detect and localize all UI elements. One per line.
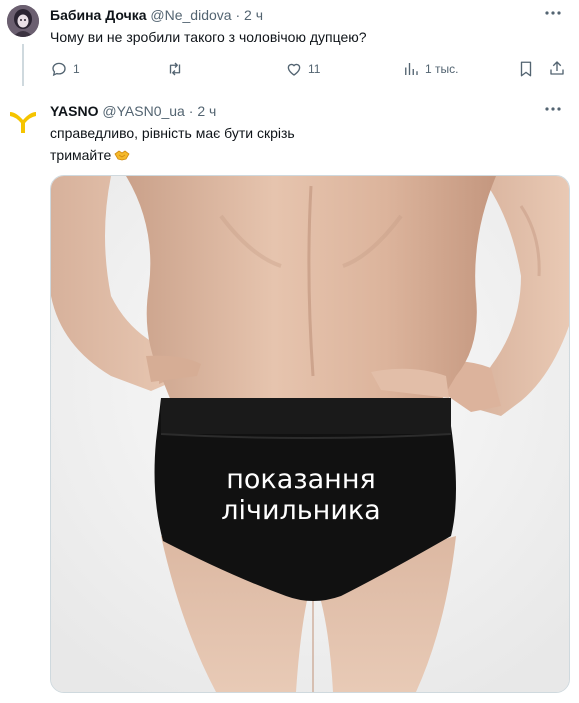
avatar-illustration	[7, 5, 39, 37]
tweet2-separator: ·	[188, 103, 194, 119]
avatar-yasno[interactable]	[6, 103, 40, 137]
reply-count: 1	[73, 62, 80, 76]
tweet1-separator: ·	[235, 7, 241, 23]
tweet2-text-line2: тримайте	[50, 145, 130, 165]
like-count: 11	[308, 62, 321, 76]
handshake-emoji	[114, 146, 130, 161]
share-button[interactable]	[548, 59, 566, 77]
avatar-babyna-dochka[interactable]	[7, 5, 39, 37]
image-caption-line2: лічильника	[221, 495, 381, 526]
reply-button[interactable]: 1	[50, 60, 80, 78]
tweet1-text: Чому ви не зробили такого з чоловічою ду…	[50, 29, 367, 45]
views-button[interactable]: 1 тыс.	[402, 60, 458, 78]
thread-connector-line	[22, 44, 24, 86]
share-icon	[550, 61, 564, 75]
tweet1-time[interactable]: 2 ч	[244, 7, 263, 23]
tweet1-handle[interactable]: @Ne_didova	[150, 7, 231, 23]
image-caption-line1: показання	[226, 464, 376, 495]
bookmark-icon	[520, 61, 532, 77]
tweet1-more-icon[interactable]	[544, 4, 562, 27]
tweet2-text-line2-label: тримайте	[50, 147, 112, 163]
tweet2-handle[interactable]: @YASN0_ua	[102, 103, 184, 119]
tweet2-author-name[interactable]: YASNO	[50, 103, 99, 119]
image-caption: показання лічильника	[201, 464, 401, 526]
tweet1-header: Бабина Дочка @Ne_didova · 2 ч	[50, 6, 263, 24]
like-button[interactable]: 11	[285, 60, 320, 78]
tweet2-text-line1: справедливо, рівність має бути скрізь	[50, 125, 295, 141]
tweet2-more-icon[interactable]	[544, 100, 562, 123]
tweet2-header: YASNO @YASN0_ua · 2 ч	[50, 102, 216, 120]
retweet-button[interactable]	[165, 60, 190, 78]
tweet1-author-name[interactable]: Бабина Дочка	[50, 7, 147, 23]
yasno-logo-icon	[10, 112, 36, 133]
views-count: 1 тыс.	[425, 62, 459, 76]
tweet2-time[interactable]: 2 ч	[197, 103, 216, 119]
photo-illustration	[51, 176, 569, 692]
tweet2-image[interactable]: показання лічильника	[50, 175, 570, 693]
retweet-icon	[169, 62, 181, 76]
like-icon	[287, 63, 301, 76]
bookmark-button[interactable]	[518, 60, 534, 78]
views-icon	[405, 63, 418, 75]
reply-icon	[52, 62, 66, 77]
